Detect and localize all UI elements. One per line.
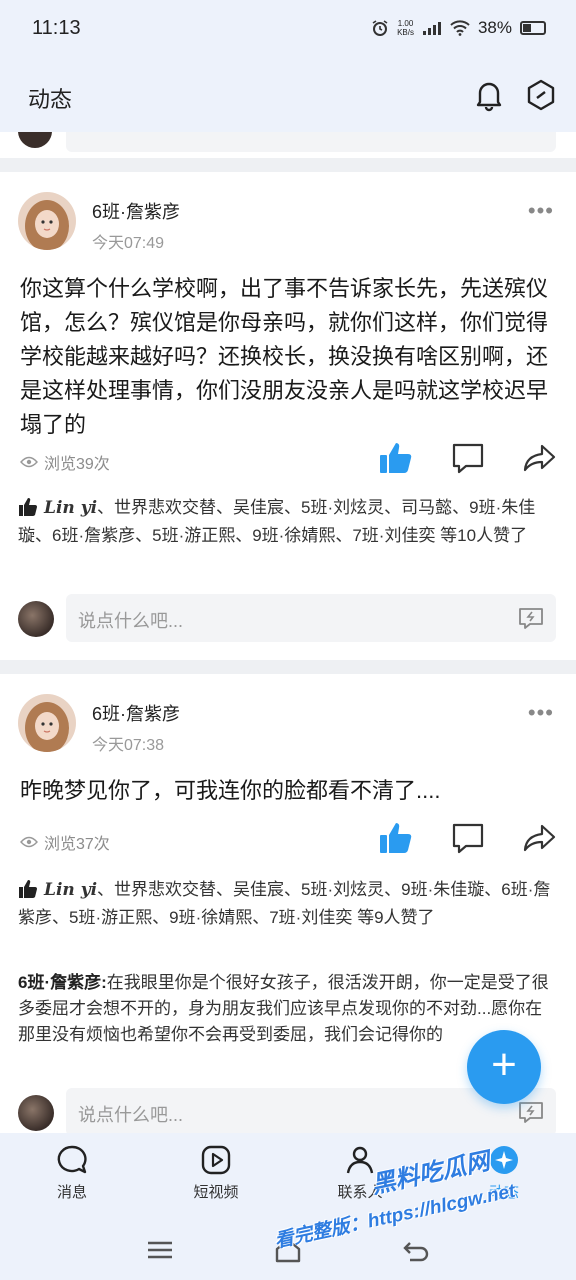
nav-item-short-video[interactable]: 短视频 [166, 1143, 266, 1202]
moments-icon [490, 1146, 518, 1174]
battery-percent: 38% [477, 18, 512, 37]
net-speed-unit: KB/s [397, 28, 414, 37]
system-nav-bar [0, 1223, 576, 1280]
comment-placeholder: 说点什么吧... [78, 1105, 184, 1125]
back-icon[interactable] [400, 1235, 432, 1265]
net-speed-value: 1.00 [397, 19, 414, 28]
view-count: 浏览37次 [20, 830, 110, 854]
comment-placeholder: 说点什么吧... [78, 611, 184, 631]
emoji-icon[interactable] [518, 606, 544, 630]
view-count: 浏览39次 [20, 450, 110, 474]
avatar[interactable] [18, 192, 76, 250]
my-avatar [18, 1095, 54, 1131]
more-options-icon[interactable]: ••• [528, 700, 554, 726]
menu-icon[interactable] [144, 1235, 176, 1265]
share-icon[interactable] [522, 440, 558, 476]
nav-label: 联系人 [337, 1184, 383, 1201]
nav-item-messages[interactable]: 消息 [22, 1143, 122, 1202]
like-list: Lin yi、世界悲欢交替、吴佳宸、5班·刘炫灵、9班·朱佳璇、6班·詹紫彦、5… [18, 876, 558, 931]
status-icons: 1.00 KB/s 38% [371, 18, 546, 38]
like-thumb-icon[interactable] [378, 820, 414, 856]
liker-names[interactable]: 、世界悲欢交替、吴佳宸、5班·刘炫灵、9班·朱佳璇、6班·詹紫彦、5班·游正熙、… [18, 880, 550, 927]
wifi-icon [450, 20, 470, 36]
divider [0, 660, 576, 674]
more-options-icon[interactable]: ••• [528, 198, 554, 224]
post-time: 今天07:38 [92, 737, 165, 754]
my-avatar [18, 601, 54, 637]
cellular-signal-icon [422, 22, 441, 35]
bottom-nav: 消息 短视频 联系人 动态 [0, 1133, 576, 1223]
like-small-icon [19, 880, 37, 898]
post-text: 昨晚梦见你了，可我连你的脸都看不清了.... [20, 778, 441, 803]
compose-post-button[interactable]: + [467, 1030, 541, 1104]
like-thumb-icon[interactable] [378, 440, 414, 476]
contacts-icon [346, 1146, 374, 1174]
bell-icon[interactable] [472, 78, 506, 112]
home-icon[interactable] [272, 1235, 304, 1265]
nav-label: 短视频 [193, 1184, 239, 1201]
comment-input[interactable]: 说点什么吧... [66, 594, 556, 642]
post-time: 今天07:49 [92, 235, 165, 252]
comment-input[interactable] [66, 132, 556, 152]
comment-icon[interactable] [450, 440, 486, 476]
post-author[interactable]: 6班·詹紫彦 [92, 700, 180, 726]
like-small-icon [19, 498, 37, 516]
divider [0, 158, 576, 172]
comment-icon[interactable] [450, 820, 486, 856]
alarm-icon [372, 20, 388, 36]
comment-author[interactable]: 6班·詹紫彦: [18, 973, 107, 992]
nav-item-contacts[interactable]: 联系人 [310, 1143, 410, 1202]
nav-label: 动态 [488, 1184, 519, 1201]
chat-bubble-icon [57, 1145, 87, 1174]
liker-signature[interactable]: Lin yi [44, 880, 97, 900]
settings-hexagon-icon[interactable] [524, 78, 558, 112]
nav-item-moments[interactable]: 动态 [454, 1143, 554, 1202]
eye-icon [20, 836, 38, 848]
nav-label: 消息 [56, 1184, 87, 1201]
play-video-icon [201, 1145, 231, 1175]
post-author[interactable]: 6班·詹紫彦 [92, 198, 180, 224]
like-list: Lin yi、世界悲欢交替、吴佳宸、5班·刘炫灵、司马懿、9班·朱佳璇、6班·詹… [18, 494, 558, 549]
post-card: 6班·詹紫彦 今天07:49 ••• 你这算个什么学校啊，出了事不告诉家长先，先… [0, 172, 576, 660]
avatar [18, 132, 52, 148]
view-count-label: 浏览37次 [44, 836, 110, 853]
avatar[interactable] [18, 694, 76, 752]
plus-icon: + [491, 1040, 517, 1089]
net-speed: 1.00 KB/s [397, 19, 414, 37]
app-header: 动态 [0, 60, 576, 132]
battery-icon [520, 21, 546, 35]
comment-row: 说点什么吧... [0, 594, 576, 644]
share-icon[interactable] [522, 820, 558, 856]
previous-comment-row [0, 132, 576, 158]
battery-fill [523, 24, 531, 32]
eye-icon [20, 456, 38, 468]
status-bar: 11:13 1.00 KB/s 38% [0, 0, 576, 60]
page-title: 动态 [28, 87, 73, 112]
view-count-label: 浏览39次 [44, 456, 110, 473]
liker-signature[interactable]: Lin yi [44, 498, 97, 518]
status-time: 11:13 [32, 17, 81, 39]
post-text: 你这算个什么学校啊，出了事不告诉家长先，先送殡仪馆，怎么？殡仪馆是你母亲吗，就你… [20, 276, 549, 437]
